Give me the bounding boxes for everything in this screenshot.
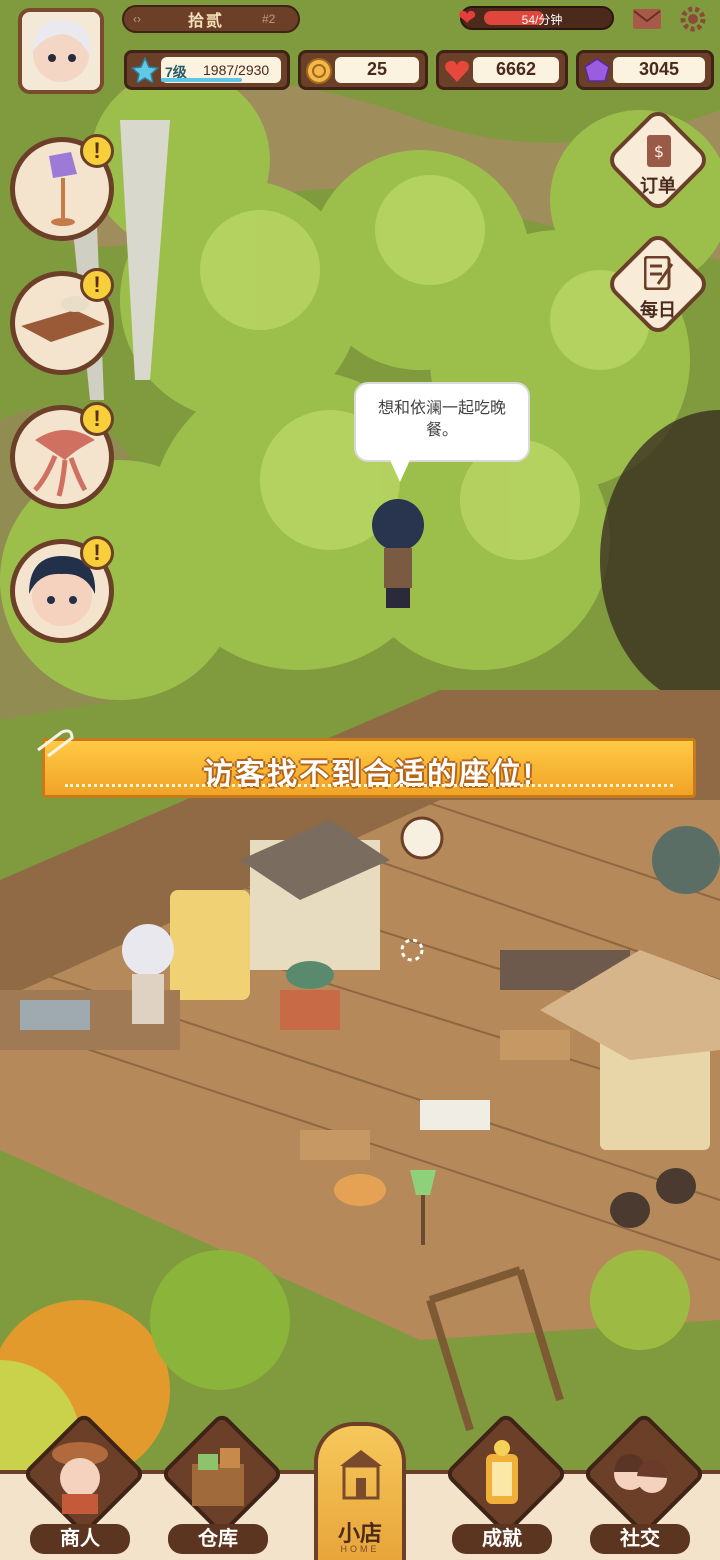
energy-meter: ❤ 54/分钟 bbox=[458, 5, 614, 30]
daily-button[interactable]: 每日 bbox=[604, 230, 712, 338]
alert-badge: ! bbox=[80, 268, 114, 302]
daily-label: 每日 bbox=[640, 300, 676, 320]
level-stat[interactable]: 7级 1987/2930 bbox=[124, 50, 290, 90]
nav-social-label: 社交 bbox=[590, 1524, 690, 1554]
nav-achievements[interactable]: 成就 bbox=[442, 1411, 569, 1560]
mail-button[interactable] bbox=[630, 2, 664, 36]
visitor-speech-bubble: 想和依澜一起吃晚餐。 bbox=[354, 382, 530, 482]
orders-label: 订单 bbox=[640, 176, 676, 196]
avatar-portrait-icon bbox=[22, 12, 100, 90]
exp-text: 1987/2930 bbox=[203, 62, 270, 78]
nav-warehouse[interactable]: 仓库 bbox=[158, 1411, 285, 1560]
coin-icon bbox=[306, 58, 332, 84]
paperclip-icon bbox=[37, 729, 74, 758]
player-name: 拾贰 bbox=[187, 13, 224, 30]
exp-progress-bar bbox=[161, 78, 242, 82]
alert-badge: ! bbox=[80, 536, 114, 570]
gem-icon bbox=[584, 58, 610, 82]
daily-checklist-icon bbox=[644, 256, 674, 290]
friends-couple-icon bbox=[614, 1454, 667, 1493]
gem-count: 3045 bbox=[638, 59, 680, 79]
warehouse-box-icon bbox=[192, 1448, 244, 1506]
nav-warehouse-label: 仓库 bbox=[168, 1524, 268, 1554]
nav-home[interactable]: 小店 HOME bbox=[314, 1422, 406, 1560]
speech-text: 想和依澜一起吃晚餐。 bbox=[377, 400, 506, 439]
heart-stat[interactable]: 6662 bbox=[436, 50, 568, 90]
heart-energy-icon: ❤ bbox=[458, 5, 477, 30]
nav-achievements-label: 成就 bbox=[452, 1524, 552, 1554]
order-book-icon: $ bbox=[647, 135, 671, 167]
nav-home-sublabel: HOME bbox=[340, 1544, 380, 1554]
svg-text:$: $ bbox=[654, 142, 664, 161]
alert-badge: ! bbox=[80, 134, 114, 168]
nav-merchant-label: 商人 bbox=[30, 1524, 130, 1554]
gem-stat[interactable]: 3045 bbox=[576, 50, 714, 90]
star-level-icon bbox=[131, 57, 159, 85]
achievement-plaque-icon bbox=[486, 1440, 518, 1504]
energy-rate: 54/分钟 bbox=[521, 13, 563, 27]
coin-count: 25 bbox=[366, 59, 388, 79]
settings-button[interactable] bbox=[676, 2, 710, 36]
heart-count: 6662 bbox=[495, 59, 537, 79]
orders-button[interactable]: $ 订单 bbox=[604, 106, 712, 214]
nav-social[interactable]: 社交 bbox=[580, 1411, 707, 1560]
player-avatar[interactable] bbox=[18, 8, 104, 94]
nav-merchant[interactable]: 商人 bbox=[20, 1411, 147, 1560]
player-name-plate[interactable]: ‹› 拾贰 #2 bbox=[122, 5, 300, 33]
alert-badge: ! bbox=[80, 402, 114, 436]
heart-icon bbox=[445, 60, 469, 82]
shop-house-icon bbox=[340, 1450, 382, 1500]
merchant-icon bbox=[52, 1442, 108, 1514]
coin-stat[interactable]: 25 bbox=[298, 50, 428, 90]
notice-banner: 访客找不到合适的座位! bbox=[42, 738, 696, 798]
gear-icon bbox=[680, 6, 706, 32]
mail-icon bbox=[633, 9, 661, 29]
player-rank: #2 bbox=[262, 12, 276, 26]
chevron-left-icon[interactable]: ‹› bbox=[124, 12, 150, 26]
